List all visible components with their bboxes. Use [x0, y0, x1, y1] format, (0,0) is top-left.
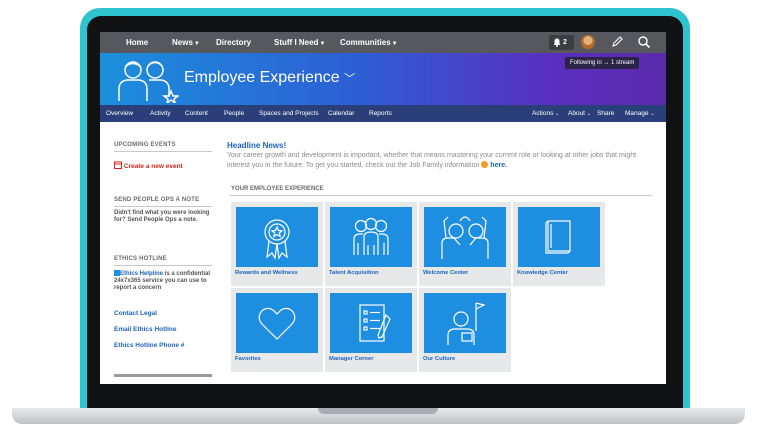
top-navigation: Home News▼ Directory Stuff I Need▼ Commu…	[100, 32, 666, 53]
manage-label: Manage	[625, 110, 649, 117]
search-icon[interactable]	[637, 35, 651, 49]
person-flag-icon	[447, 302, 486, 345]
tile-welcome-center[interactable]: Welcome Center	[419, 202, 511, 286]
tile-image	[236, 293, 318, 353]
tile-talent-acquisition[interactable]: Talent Acquisition	[325, 202, 417, 286]
chevron-down-icon: ⌄	[650, 111, 655, 117]
ethics-helpline-text: Ethics Helpline is a confidential 24x7x3…	[114, 270, 214, 292]
calendar-icon	[114, 161, 122, 169]
notifications-button[interactable]: 2	[549, 35, 574, 50]
tab-overview[interactable]: Overview	[106, 110, 133, 117]
ethics-helpline-link[interactable]: Ethics Helpline	[120, 271, 163, 277]
chevron-down-icon: ⌄	[555, 111, 560, 117]
ethics-hotline-phone-link[interactable]: Ethics Hotline Phone #	[114, 342, 184, 349]
tile-image	[330, 293, 412, 353]
people-star-icon	[118, 61, 179, 103]
chevron-down-icon: ▼	[319, 41, 326, 47]
nav-news[interactable]: News▼	[172, 38, 200, 47]
headline-news-title: Headline News!	[227, 141, 287, 150]
laptop-notch	[318, 408, 438, 414]
bell-icon	[553, 38, 561, 47]
space-title-label: Employee Experience	[184, 69, 340, 86]
create-event-link[interactable]: Create a new event	[114, 161, 183, 170]
chevron-down-icon: ⌄	[586, 111, 592, 117]
team-group-icon	[353, 217, 389, 255]
tab-activity[interactable]: Activity	[150, 110, 171, 117]
tile-label: Our Culture	[423, 356, 456, 362]
tile-image	[424, 293, 506, 353]
checklist-icon	[359, 304, 391, 342]
manage-menu[interactable]: Manage ⌄	[625, 110, 655, 117]
about-label: About	[568, 110, 585, 117]
chevron-down-icon: ▼	[391, 41, 398, 47]
nav-directory[interactable]: Directory	[216, 38, 251, 47]
section-title: YOUR EMPLOYEE EXPERIENCE	[231, 186, 324, 192]
tile-rewards-and-wellness[interactable]: Rewards and Wellness	[231, 202, 323, 286]
book-icon	[545, 220, 571, 254]
tile-label: Rewards and Wellness	[235, 270, 298, 276]
info-icon	[481, 161, 489, 168]
upcoming-events-heading: UPCOMING EVENTS	[114, 142, 176, 148]
divider	[114, 265, 212, 266]
nav-communities[interactable]: Communities▼	[340, 38, 398, 47]
tile-image	[236, 207, 318, 267]
high-five-icon	[441, 216, 489, 259]
heart-icon	[258, 307, 296, 340]
tab-spaces-and-projects[interactable]: Spaces and Projects	[259, 110, 319, 117]
chevron-down-icon: ﹀	[344, 73, 356, 85]
divider	[229, 195, 652, 196]
create-event-label: Create a new event	[123, 163, 183, 170]
job-family-link[interactable]: here.	[490, 162, 507, 169]
tile-image	[518, 207, 600, 267]
tab-reports[interactable]: Reports	[369, 110, 392, 117]
tab-people[interactable]: People	[224, 110, 244, 117]
tile-image	[424, 207, 506, 267]
award-ribbon-icon	[264, 219, 290, 260]
divider	[114, 206, 212, 207]
nav-home[interactable]: Home	[126, 38, 148, 47]
ethics-hotline-heading: ETHICS HOTLINE	[114, 256, 167, 262]
tile-manager-corner[interactable]: Manager Corner	[325, 288, 417, 372]
notification-count: 2	[563, 39, 567, 46]
space-title[interactable]: Employee Experience ﹀	[184, 69, 355, 87]
tab-content[interactable]: Content	[185, 110, 208, 117]
following-streams-button[interactable]: Following in → 1 stream	[565, 57, 640, 69]
email-ethics-hotline-link[interactable]: Email Ethics Hotline	[114, 326, 177, 333]
user-avatar[interactable]	[581, 35, 595, 49]
chevron-down-icon: ▼	[193, 41, 200, 47]
actions-label: Actions	[532, 110, 554, 117]
tile-label: Talent Acquisition	[329, 270, 379, 276]
tile-label: Welcome Center	[423, 270, 469, 276]
space-banner: Employee Experience ﹀ Following in → 1 s…	[100, 53, 666, 105]
divider	[114, 151, 212, 152]
nav-stuff-i-need[interactable]: Stuff I Need▼	[274, 38, 325, 47]
pencil-icon[interactable]	[610, 35, 624, 49]
tile-label: Favorites	[235, 356, 261, 362]
intro-text: Your career growth and development is im…	[227, 152, 637, 169]
about-menu[interactable]: About ⌄	[568, 110, 591, 117]
send-note-heading: SEND PEOPLE OPS A NOTE	[114, 197, 200, 203]
actions-menu[interactable]: Actions ⌄	[532, 110, 559, 117]
tile-our-culture[interactable]: Our Culture	[419, 288, 511, 372]
scrollbar[interactable]	[114, 374, 212, 377]
intro-paragraph: Your career growth and development is im…	[227, 151, 657, 171]
nav-stuff-label: Stuff I Need	[274, 38, 319, 47]
contact-legal-link[interactable]: Contact Legal	[114, 310, 157, 317]
tab-calendar[interactable]: Calendar	[328, 110, 354, 117]
nav-communities-label: Communities	[340, 38, 391, 47]
tile-favorites[interactable]: Favorites	[231, 288, 323, 372]
tile-image	[330, 207, 412, 267]
tile-label: Knowledge Center	[517, 270, 568, 276]
space-navigation: Overview Activity Content People Spaces …	[100, 105, 666, 122]
tile-label: Manager Corner	[329, 356, 374, 362]
send-note-text: Didn't find what you were looking for? S…	[114, 210, 210, 223]
tile-knowledge-center[interactable]: Knowledge Center	[513, 202, 605, 286]
share-button[interactable]: Share	[597, 110, 614, 117]
app-window: Home News▼ Directory Stuff I Need▼ Commu…	[100, 32, 666, 384]
nav-news-label: News	[172, 38, 193, 47]
